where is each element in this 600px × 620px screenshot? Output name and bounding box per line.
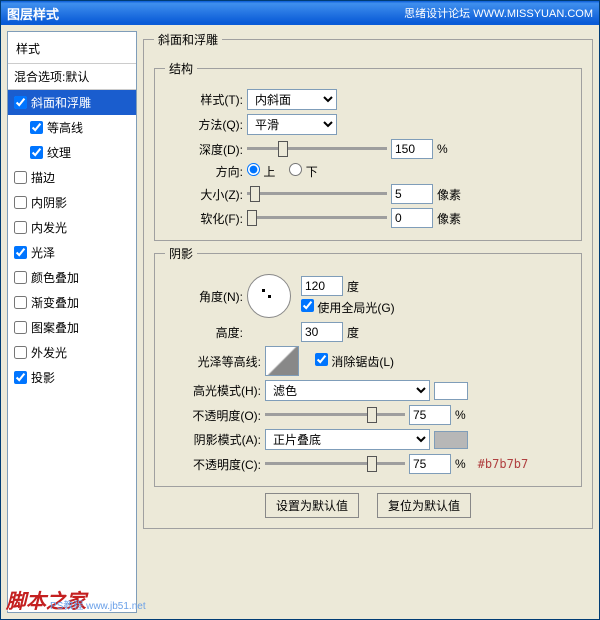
angle-widget[interactable]: [247, 274, 291, 318]
highlight-opacity-label: 不透明度(O):: [165, 407, 261, 424]
size-slider[interactable]: [247, 185, 387, 203]
sidebar-check-colorOv[interactable]: [14, 271, 27, 284]
soften-slider[interactable]: [247, 209, 387, 227]
panel-title: 斜面和浮雕: [154, 31, 222, 48]
shadow-mode-select[interactable]: 正片叠底: [265, 429, 430, 450]
blend-options-label: 混合选项:默认: [14, 68, 89, 85]
sidebar-item-outerGl[interactable]: 外发光: [8, 340, 136, 365]
sidebar-check-outerGl[interactable]: [14, 346, 27, 359]
sidebar-item-texture[interactable]: 纹理: [8, 140, 136, 165]
shadow-opacity-label: 不透明度(C):: [165, 456, 261, 473]
depth-label: 深度(D):: [165, 141, 243, 158]
sidebar-item-label: 描边: [31, 169, 55, 186]
shadow-opacity-input[interactable]: [409, 454, 451, 474]
gloss-contour-label: 光泽等高线:: [165, 353, 261, 370]
sidebar-item-pattOv[interactable]: 图案叠加: [8, 315, 136, 340]
angle-label: 角度(N):: [165, 288, 243, 305]
altitude-label: 高度:: [165, 324, 243, 341]
sidebar-check-dropSh[interactable]: [14, 371, 27, 384]
sidebar-item-label: 光泽: [31, 244, 55, 261]
highlight-color-swatch[interactable]: [434, 382, 468, 400]
gloss-contour-picker[interactable]: [265, 346, 299, 376]
sidebar-check-innerGl[interactable]: [14, 221, 27, 234]
titlebar-credit: 思绪设计论坛 WWW.MISSYUAN.COM: [404, 5, 593, 21]
color-note: #b7b7b7: [478, 457, 529, 471]
highlight-opacity-unit: %: [455, 408, 466, 422]
depth-unit: %: [437, 142, 467, 156]
highlight-mode-select[interactable]: 滤色: [265, 380, 430, 401]
shadow-color-swatch[interactable]: [434, 431, 468, 449]
watermark-url: PS教程 www.jb51.net: [50, 597, 146, 612]
highlight-opacity-input[interactable]: [409, 405, 451, 425]
sidebar-header: 样式: [8, 34, 136, 64]
window-title: 图层样式: [7, 4, 59, 23]
antialias-check[interactable]: 消除锯齿(L): [315, 353, 394, 370]
make-default-button[interactable]: 设置为默认值: [265, 493, 359, 518]
sidebar-item-dropSh[interactable]: 投影: [8, 365, 136, 390]
size-input[interactable]: [391, 184, 433, 204]
titlebar[interactable]: 图层样式 思绪设计论坛 WWW.MISSYUAN.COM: [1, 1, 599, 25]
dir-down-option[interactable]: 下: [289, 163, 317, 180]
main-panel: 斜面和浮雕 结构 样式(T): 内斜面 方法(Q): 平滑 深度(D): % 方…: [143, 31, 593, 613]
soften-unit: 像素: [437, 210, 467, 227]
technique-select[interactable]: 平滑: [247, 114, 337, 135]
style-label: 样式(T):: [165, 91, 243, 108]
sidebar-item-label: 颜色叠加: [31, 269, 79, 286]
sidebar-item-stroke[interactable]: 描边: [8, 165, 136, 190]
sidebar-check-texture[interactable]: [30, 146, 43, 159]
technique-label: 方法(Q):: [165, 116, 243, 133]
style-select[interactable]: 内斜面: [247, 89, 337, 110]
sidebar-item-label: 纹理: [47, 144, 71, 161]
sidebar-item-label: 斜面和浮雕: [31, 94, 91, 111]
depth-input[interactable]: [391, 139, 433, 159]
sidebar-check-contour[interactable]: [30, 121, 43, 134]
layer-style-dialog: 图层样式 思绪设计论坛 WWW.MISSYUAN.COM 样式 混合选项:默认 …: [0, 0, 600, 620]
size-unit: 像素: [437, 186, 467, 203]
shadow-opacity-unit: %: [455, 457, 466, 471]
dir-up-option[interactable]: 上: [247, 163, 275, 180]
sidebar-item-label: 内阴影: [31, 194, 67, 211]
sidebar-check-stroke[interactable]: [14, 171, 27, 184]
sidebar-item-bevel[interactable]: 斜面和浮雕: [8, 90, 136, 115]
sidebar-item-label: 外发光: [31, 344, 67, 361]
sidebar-item-label: 内发光: [31, 219, 67, 236]
sidebar-item-label: 投影: [31, 369, 55, 386]
shadow-mode-label: 阴影模式(A):: [165, 431, 261, 448]
sidebar-item-gradOv[interactable]: 渐变叠加: [8, 290, 136, 315]
sidebar-check-satin[interactable]: [14, 246, 27, 259]
blend-options-item[interactable]: 混合选项:默认: [8, 64, 136, 90]
direction-label: 方向:: [165, 163, 243, 180]
highlight-opacity-slider[interactable]: [265, 406, 405, 424]
sidebar-item-satin[interactable]: 光泽: [8, 240, 136, 265]
sidebar-check-gradOv[interactable]: [14, 296, 27, 309]
sidebar-item-innerSh[interactable]: 内阴影: [8, 190, 136, 215]
soften-label: 软化(F):: [165, 210, 243, 227]
styles-sidebar: 样式 混合选项:默认 斜面和浮雕 等高线 纹理 描边 内阴影 内发光 光泽 颜色…: [7, 31, 137, 613]
sidebar-check-bevel[interactable]: [14, 96, 27, 109]
bevel-panel: 斜面和浮雕 结构 样式(T): 内斜面 方法(Q): 平滑 深度(D): % 方…: [143, 31, 593, 529]
sidebar-item-label: 渐变叠加: [31, 294, 79, 311]
sidebar-item-label: 图案叠加: [31, 319, 79, 336]
angle-unit: 度: [347, 278, 359, 295]
shading-legend: 阴影: [165, 245, 197, 262]
sidebar-item-contour[interactable]: 等高线: [8, 115, 136, 140]
altitude-input[interactable]: [301, 322, 343, 342]
sidebar-check-innerSh[interactable]: [14, 196, 27, 209]
reset-default-button[interactable]: 复位为默认值: [377, 493, 471, 518]
sidebar-check-pattOv[interactable]: [14, 321, 27, 334]
highlight-mode-label: 高光模式(H):: [165, 382, 261, 399]
soften-input[interactable]: [391, 208, 433, 228]
sidebar-item-colorOv[interactable]: 颜色叠加: [8, 265, 136, 290]
sidebar-item-innerGl[interactable]: 内发光: [8, 215, 136, 240]
angle-input[interactable]: [301, 276, 343, 296]
altitude-unit: 度: [347, 324, 359, 341]
structure-group: 结构 样式(T): 内斜面 方法(Q): 平滑 深度(D): % 方向: 上 下: [154, 60, 582, 241]
depth-slider[interactable]: [247, 140, 387, 158]
shading-group: 阴影 角度(N): 度 使用全局光(G) 高度:: [154, 245, 582, 487]
structure-legend: 结构: [165, 60, 197, 77]
size-label: 大小(Z):: [165, 186, 243, 203]
shadow-opacity-slider[interactable]: [265, 455, 405, 473]
sidebar-item-label: 等高线: [47, 119, 83, 136]
global-light-check[interactable]: 使用全局光(G): [301, 299, 395, 316]
